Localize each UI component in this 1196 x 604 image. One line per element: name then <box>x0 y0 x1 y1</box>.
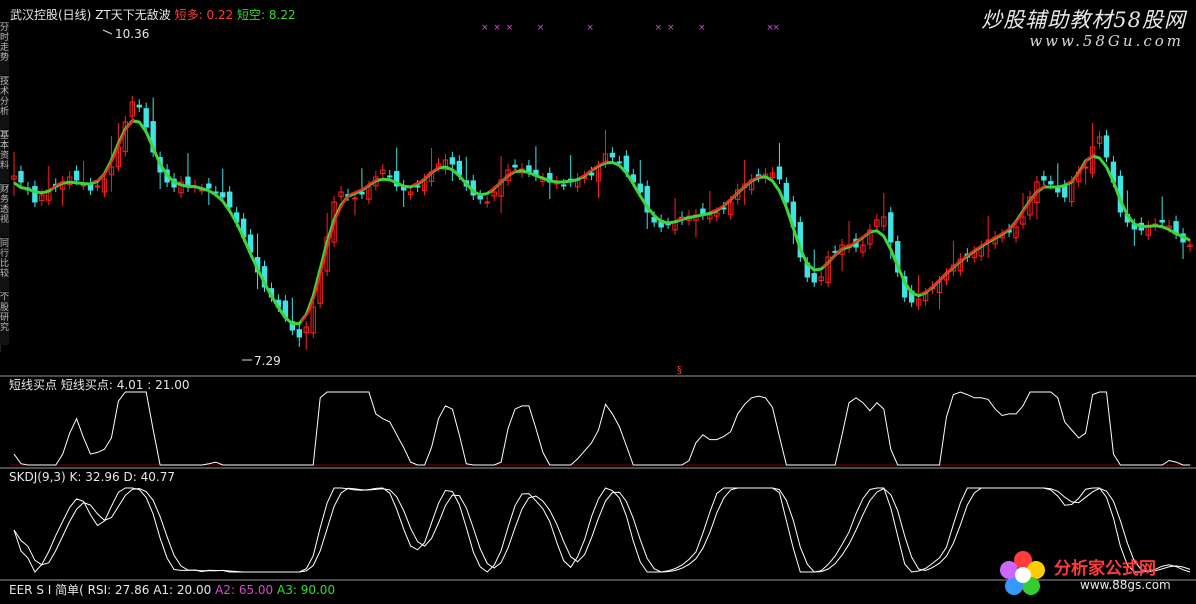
wave-rise-segment <box>1010 218 1019 229</box>
chart-header: 武汉控股(日线) ZT天下无敌波 短多: 0.22 短空: 8.22 <box>10 8 296 22</box>
short-buy-line <box>13 391 1190 466</box>
short-buy-title: 短线买点 <box>9 378 58 392</box>
signal-markers: × × × × × × × × ×× <box>481 23 780 33</box>
wave-rise-segment <box>300 311 310 323</box>
a1-value: 20.00 <box>176 583 212 597</box>
wave-rise-segment <box>940 270 950 280</box>
signal-marker: × <box>698 23 706 33</box>
wave-rise-segment <box>495 179 504 188</box>
candle-down <box>609 152 616 158</box>
logo-text: 分析家公式网 <box>1054 559 1156 579</box>
signal-marker: × <box>537 23 545 33</box>
bear-value: 8.22 <box>268 8 296 22</box>
watermark-url: www.58Gu.com <box>1029 32 1184 50</box>
high-arrow <box>102 29 113 35</box>
candle-up <box>484 201 490 204</box>
rsi-label: RSI: <box>87 583 112 597</box>
candle-down <box>1062 185 1068 198</box>
wave-line-series <box>13 118 1191 326</box>
candle-down <box>561 184 567 187</box>
price-high-label: 10.36 <box>115 27 150 41</box>
candle-down <box>296 329 303 338</box>
candle-down <box>477 195 483 200</box>
short-buy-panel-lines <box>13 391 1190 466</box>
rsi-value: 27.86 <box>115 583 150 597</box>
short-buy-panel-header: 短线买点 短线买点: 4.01 : 21.00 <box>9 378 189 392</box>
candle-up <box>1082 166 1089 169</box>
watermark-title: 炒股辅助教材58股网 <box>981 8 1186 32</box>
candle-down <box>1041 176 1047 181</box>
candle-down <box>512 164 518 168</box>
wave-rise-segment <box>502 172 511 181</box>
skdj-d-value: 40.77 <box>140 470 175 484</box>
a2-label: A2: <box>215 583 235 597</box>
candle-up <box>352 197 358 200</box>
candle-down <box>449 157 456 165</box>
signal-marker: × <box>506 23 514 33</box>
price-low-label: 7.29 <box>254 354 281 368</box>
stock-chart: × × × × × × × × ×× <box>0 22 1196 581</box>
bull-value: 0.22 <box>206 8 234 22</box>
wave-rise-segment <box>98 171 108 181</box>
signal-marker: × <box>772 23 780 33</box>
candle-down <box>783 182 790 203</box>
side-tab-3[interactable]: 财务透视 <box>0 184 9 237</box>
signal-marker: × <box>667 23 675 33</box>
skdj-k-label: K: <box>69 470 82 484</box>
candle-down <box>73 170 80 181</box>
rsi-panel-header: EER S I 简单( RSI: 27.86 A1: 20.00 A2: 65.… <box>9 583 335 597</box>
flower-logo-icon <box>1000 551 1045 595</box>
short-buy-value: 4.01 : 21.00 <box>116 378 190 392</box>
side-tab-0[interactable]: 分时走势 <box>0 22 9 75</box>
bull-label: 短多: <box>174 8 203 22</box>
candle-down <box>143 108 149 128</box>
skdj-title: SKDJ(9,3) <box>9 470 66 484</box>
candle-down <box>1159 219 1165 223</box>
wave-line <box>13 119 1191 326</box>
candle-down <box>776 166 783 180</box>
a1-label: A1: <box>153 583 174 597</box>
a2-value: 65.00 <box>238 583 274 597</box>
wave-rise-segment <box>829 252 838 262</box>
skdj-k-value: 32.96 <box>85 470 120 484</box>
a3-label: A3: <box>277 583 297 597</box>
side-tab-2[interactable]: 基本资料 <box>0 130 9 183</box>
candle-down <box>220 192 226 198</box>
wave-rise-segment <box>1024 198 1033 210</box>
short-buy-value-label: 短线买点: <box>60 378 113 392</box>
logo-url: www.88gs.com <box>1080 578 1171 592</box>
candle-down <box>206 183 212 189</box>
panel-dividers <box>0 22 1196 581</box>
wave-rise-segment <box>126 118 136 128</box>
candle-down <box>811 273 817 283</box>
side-tab-4[interactable]: 同行比较 <box>0 238 9 291</box>
candle-up <box>94 185 101 188</box>
candle-down <box>32 186 38 203</box>
a3-value: 90.00 <box>300 583 336 597</box>
candle-down <box>387 175 393 178</box>
signal-marker: × <box>586 23 594 33</box>
wave-rise-segment <box>732 190 741 199</box>
signal-marker: × <box>493 23 501 33</box>
side-tab-1[interactable]: 技术分析 <box>0 76 9 129</box>
candle-down <box>1048 181 1054 185</box>
rsi-title: EER S I 简单( <box>9 583 84 597</box>
wave-rise-segment <box>1031 189 1040 200</box>
candle-down <box>18 171 24 183</box>
bear-label: 短空: <box>237 8 266 22</box>
stock-name: 武汉控股(日线) <box>10 8 92 22</box>
candle-down <box>888 212 894 243</box>
skdj-panel-header: SKDJ(9,3) K: 32.96 D: 40.77 <box>9 470 175 484</box>
signal-glyph: § <box>677 365 682 376</box>
candle-down <box>616 161 623 164</box>
signal-marker: × <box>481 23 489 33</box>
candle-down <box>136 104 142 108</box>
side-tab-5[interactable]: 个股研究 <box>0 292 9 345</box>
signal-marker: × <box>655 23 663 33</box>
candle-down <box>1103 135 1110 158</box>
indicator-name: ZT天下无敌波 <box>95 8 171 22</box>
skdj-d-label: D: <box>123 470 137 484</box>
candle-down <box>227 191 233 208</box>
